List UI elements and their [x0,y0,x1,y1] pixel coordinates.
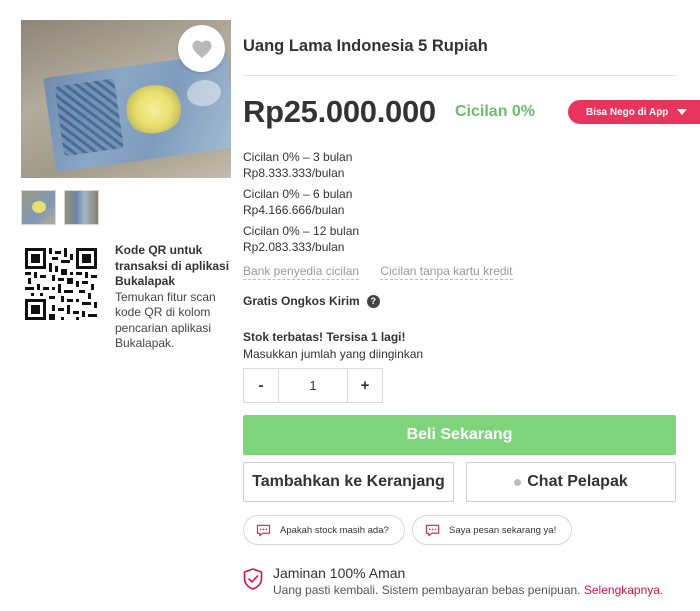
favorite-button[interactable] [178,25,225,72]
product-title: Uang Lama Indonesia 5 Rupiah [243,37,488,55]
add-to-cart-button[interactable]: Tambahkan ke Keranjang [243,462,454,502]
quick-chat-label: Saya pesan sekarang ya! [449,524,557,536]
guarantee-more-link[interactable]: Selengkapnya. [584,583,663,597]
installment-option: Cicilan 0% – 12 bulan Rp2.083.333/bulan [243,224,359,255]
increase-quantity-button[interactable]: + [348,369,382,402]
quantity-stepper: - 1 + [243,368,383,403]
guarantee-text: Uang pasti kembali. Sistem pembayaran be… [273,583,581,597]
chat-seller-button[interactable]: Chat Pelapak [466,462,676,502]
installment-plan: Cicilan 0% – 6 bulan [243,187,353,201]
status-dot-icon [514,478,522,486]
qr-code-image [25,248,97,320]
title-divider [243,75,676,76]
shield-check-icon [243,568,263,590]
chat-bubble-icon [256,524,271,536]
quantity-input[interactable]: 1 [278,369,348,402]
quantity-prompt: Masukkan jumlah yang diinginkan [243,347,424,361]
caret-down-icon [677,109,688,115]
free-shipping: Gratis Ongkos Kirim ? [243,294,380,308]
installment-option: Cicilan 0% – 6 bulan Rp4.166.666/bulan [243,187,352,218]
bank-provider-link[interactable]: Bank penyedia cicilan [243,264,360,280]
product-thumbnail-2[interactable] [64,190,99,225]
installment-amount: Rp2.083.333/bulan [243,239,345,254]
nego-label: Bisa Nego di App [586,106,669,118]
chat-bubble-icon [425,524,440,536]
guarantee-title: Jaminan 100% Aman [273,565,406,581]
cicilan-badge: Cicilan 0% [455,103,536,120]
installment-plan: Cicilan 0% – 3 bulan [243,150,353,164]
guarantee-description: Uang pasti kembali. Sistem pembayaran be… [273,583,663,597]
quick-chat-chip[interactable]: Apakah stock masih ada? [243,515,405,545]
stock-warning: Stok terbatas! Tersisa 1 lagi! [243,330,406,344]
product-thumbnail-1[interactable] [21,190,56,225]
installment-amount: Rp4.166.666/bulan [243,202,345,217]
nego-button[interactable]: Bisa Nego di App [568,100,700,124]
free-shipping-label: Gratis Ongkos Kirim [243,294,360,308]
installment-amount: Rp8.333.333/bulan [243,165,345,180]
product-price: Rp25.000.000 [243,94,436,129]
heart-icon [191,40,212,58]
decrease-quantity-button[interactable]: - [244,369,278,402]
buy-now-button[interactable]: Beli Sekarang [243,415,676,455]
quick-chat-chip[interactable]: Saya pesan sekarang ya! [412,515,572,545]
no-card-installment-link[interactable]: Cicilan tanpa kartu kredit [380,264,513,280]
installment-links: Bank penyedia cicilan Cicilan tanpa kart… [243,264,513,280]
quick-chat-label: Apakah stock masih ada? [280,524,389,536]
banknote-text-area [185,77,223,109]
installment-plan: Cicilan 0% – 12 bulan [243,224,360,238]
installment-option: Cicilan 0% – 3 bulan Rp8.333.333/bulan [243,150,352,181]
qr-title: Kode QR untuk transaksi di aplikasi Buka… [115,243,230,288]
banknote-flower [120,81,187,138]
help-circle-icon[interactable]: ? [366,294,380,308]
qr-description: Temukan fitur scan kode QR di kolom penc… [115,289,216,351]
chat-seller-label: Chat Pelapak [527,473,628,490]
qr-info: Kode QR untuk transaksi di aplikasi Buka… [115,243,235,352]
